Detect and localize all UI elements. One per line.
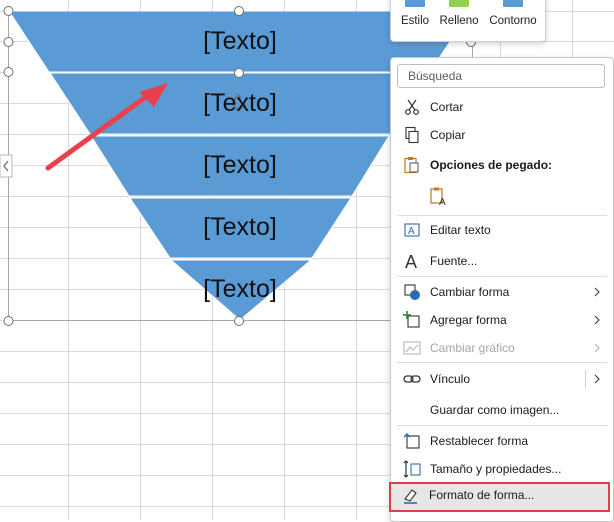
- fill-icon: [449, 0, 469, 7]
- menu-separator: [397, 362, 607, 363]
- shape-text[interactable]: [Texto]: [140, 212, 340, 242]
- menu-item-format-shape[interactable]: Formato de forma...: [389, 482, 610, 512]
- outline-icon: [503, 0, 523, 7]
- scissors-icon: [405, 99, 419, 115]
- resize-handle: [3, 37, 14, 47]
- outline-button[interactable]: Contorno: [485, 0, 541, 41]
- fill-button[interactable]: Relleno: [437, 0, 481, 41]
- menu-item-change-graphic[interactable]: Cambiar gráfico: [392, 335, 612, 361]
- menu-item-font[interactable]: A Fuente...: [392, 248, 612, 274]
- shape-text[interactable]: [Texto]: [140, 274, 340, 304]
- search-input[interactable]: [397, 64, 605, 88]
- menu-item-add-shape[interactable]: Agregar forma: [392, 307, 612, 333]
- paste-keep-text-button[interactable]: A: [427, 183, 457, 211]
- outline-label: Contorno: [489, 15, 537, 27]
- menu-item-label: Cambiar forma: [430, 285, 510, 299]
- menu-item-label: Agregar forma: [430, 313, 507, 327]
- chevron-right-icon: [594, 315, 600, 325]
- change-shape-icon: [404, 284, 420, 300]
- context-menu: Cortar Copiar Opciones de pegado: A A Ed…: [390, 57, 614, 522]
- copy-icon: [405, 126, 419, 144]
- resize-handle: [234, 68, 244, 78]
- mini-toolbar: Estilo Relleno Contorno: [390, 0, 546, 42]
- link-icon: [403, 375, 421, 383]
- menu-item-label: Opciones de pegado:: [430, 158, 553, 172]
- menu-item-edit-text[interactable]: A Editar texto: [392, 217, 612, 243]
- menu-item-label: Formato de forma...: [429, 488, 535, 502]
- menu-item-label: Cambiar gráfico: [430, 341, 515, 355]
- resize-handle: [3, 6, 14, 16]
- svg-text:A: A: [405, 252, 417, 271]
- menu-item-label: Fuente...: [430, 254, 478, 268]
- menu-item-paste-options: Opciones de pegado:: [392, 152, 612, 178]
- menu-item-cut[interactable]: Cortar: [392, 94, 612, 120]
- split-divider: [585, 370, 586, 388]
- menu-item-label: Restablecer forma: [430, 434, 529, 448]
- chevron-right-icon[interactable]: [592, 373, 602, 385]
- menu-separator: [397, 215, 607, 216]
- menu-item-label: Tamaño y propiedades...: [430, 462, 562, 476]
- paste-icon: [404, 157, 419, 174]
- menu-item-label: Cortar: [430, 100, 464, 114]
- text-pane-toggle-icon[interactable]: [0, 154, 13, 178]
- menu-separator: [397, 425, 607, 426]
- shape-text[interactable]: [Texto]: [140, 26, 340, 56]
- style-button[interactable]: Estilo: [395, 0, 435, 41]
- fill-label: Relleno: [439, 15, 479, 27]
- resize-handle: [234, 316, 244, 326]
- add-shape-icon: [403, 311, 420, 328]
- menu-item-label: Vínculo: [430, 372, 471, 386]
- style-label: Estilo: [400, 15, 430, 27]
- change-graphic-icon: [403, 341, 421, 355]
- menu-item-reset-shape[interactable]: Restablecer forma: [392, 428, 612, 454]
- shape-text[interactable]: [Texto]: [140, 150, 340, 180]
- font-icon: A: [405, 252, 417, 271]
- style-icon: [405, 0, 425, 7]
- resize-handle: [234, 6, 244, 16]
- resize-handle: [3, 316, 14, 326]
- paste-keep-text-only-icon: A: [430, 187, 446, 206]
- format-shape-icon: [404, 489, 417, 504]
- menu-item-change-shape[interactable]: Cambiar forma: [392, 279, 612, 305]
- svg-text:A: A: [408, 226, 415, 237]
- svg-text:A: A: [439, 197, 446, 206]
- menu-item-save-as-image[interactable]: Guardar como imagen...: [392, 397, 612, 423]
- chevron-right-icon: [594, 343, 600, 353]
- size-properties-icon: [403, 460, 421, 478]
- chevron-right-icon: [594, 287, 600, 297]
- menu-separator: [397, 276, 607, 277]
- shape-text[interactable]: [Texto]: [140, 88, 340, 118]
- menu-item-label: Editar texto: [430, 223, 491, 237]
- menu-item-copy[interactable]: Copiar: [392, 122, 612, 148]
- menu-item-label: Copiar: [430, 128, 466, 142]
- edit-text-icon: A: [404, 223, 420, 237]
- resize-handle: [3, 67, 14, 77]
- menu-item-label: Guardar como imagen...: [430, 403, 560, 417]
- menu-item-size-properties[interactable]: Tamaño y propiedades...: [392, 456, 612, 482]
- reset-shape-icon: [403, 433, 420, 449]
- menu-item-link[interactable]: Vínculo: [392, 366, 612, 392]
